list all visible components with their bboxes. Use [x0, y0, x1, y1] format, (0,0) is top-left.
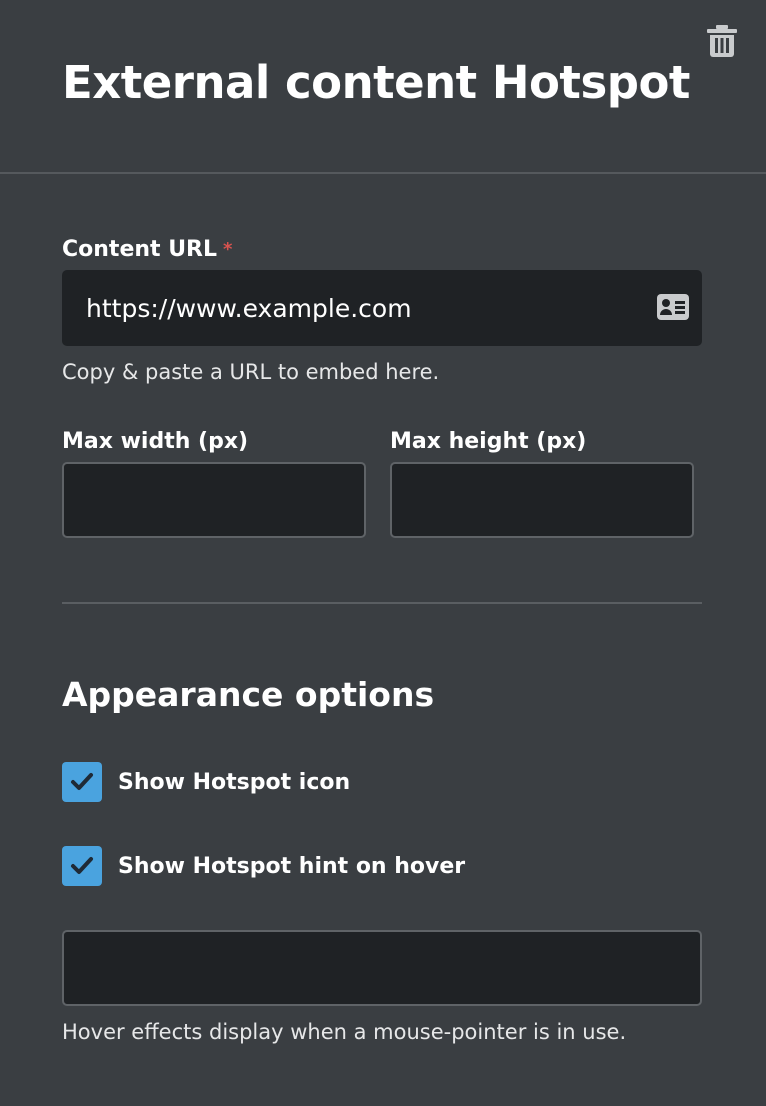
- panel-header: External content Hotspot: [0, 0, 766, 174]
- delete-hotspot-button[interactable]: [706, 24, 738, 58]
- trash-icon: [707, 25, 737, 57]
- show-hotspot-hint-label: Show Hotspot hint on hover: [118, 853, 466, 879]
- section-divider: [62, 602, 702, 604]
- content-url-label: Content URL *: [62, 236, 232, 264]
- content-url-input[interactable]: [62, 270, 642, 346]
- contact-card-icon: [657, 294, 689, 320]
- url-picker-button[interactable]: [656, 292, 690, 322]
- content-url-helper: Copy & paste a URL to embed here.: [62, 360, 440, 384]
- show-hotspot-hint-option[interactable]: Show Hotspot hint on hover: [62, 846, 465, 886]
- content-url-field: [62, 270, 702, 346]
- checkmark-icon: [71, 773, 93, 790]
- show-hotspot-icon-option[interactable]: Show Hotspot icon: [62, 762, 350, 802]
- show-hotspot-icon-checkbox[interactable]: [62, 762, 102, 802]
- max-height-label: Max height (px): [390, 429, 587, 454]
- max-width-input[interactable]: [62, 462, 366, 538]
- max-height-input[interactable]: [390, 462, 694, 538]
- max-width-label: Max width (px): [62, 429, 249, 454]
- checkmark-icon: [71, 857, 93, 874]
- appearance-options-title: Appearance options: [62, 675, 435, 714]
- show-hotspot-hint-checkbox[interactable]: [62, 846, 102, 886]
- content-url-label-text: Content URL: [62, 237, 218, 262]
- hover-effects-helper: Hover effects display when a mouse-point…: [62, 1020, 627, 1044]
- panel-title: External content Hotspot: [62, 56, 690, 109]
- show-hotspot-icon-label: Show Hotspot icon: [118, 769, 351, 795]
- hotspot-hint-input[interactable]: [62, 930, 702, 1006]
- required-marker: *: [223, 239, 233, 260]
